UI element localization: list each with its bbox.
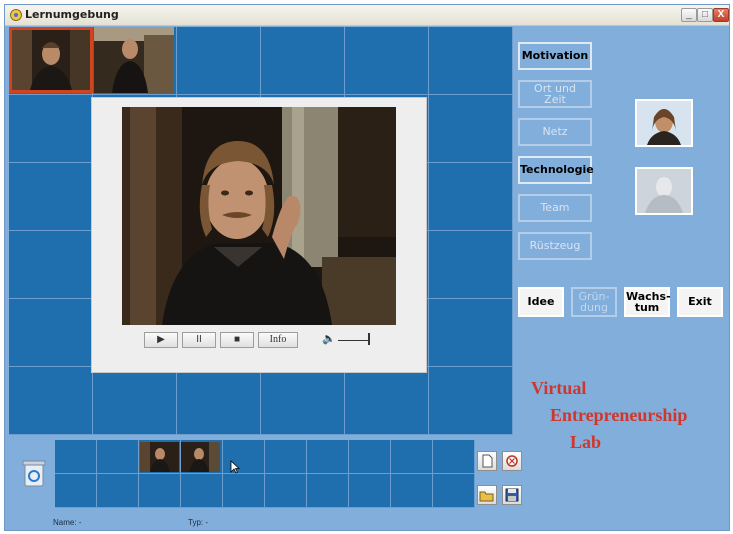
topic-button-2[interactable]: Netz xyxy=(518,118,592,146)
topic-button-0[interactable]: Motivation xyxy=(518,42,592,70)
video-grid-cell[interactable] xyxy=(345,27,429,95)
video-thumbnail-2[interactable] xyxy=(94,27,174,93)
title-bar: Lernumgebung _ □ X xyxy=(5,5,729,26)
minimize-button[interactable]: _ xyxy=(681,8,697,22)
video-grid-cell[interactable] xyxy=(261,27,345,95)
video-grid-cell[interactable] xyxy=(9,299,93,367)
window-title: Lernumgebung xyxy=(25,8,119,21)
video-grid-cell[interactable] xyxy=(429,299,513,367)
video-grid-cell[interactable] xyxy=(177,27,261,95)
info-button[interactable]: Info xyxy=(258,332,298,348)
clip-thumbnail-2[interactable] xyxy=(181,442,220,472)
video-grid-cell[interactable] xyxy=(429,95,513,163)
clip-slot[interactable] xyxy=(433,474,475,508)
video-grid-cell[interactable] xyxy=(9,163,93,231)
video-grid-cell[interactable] xyxy=(93,367,177,435)
lab-title-line-2: Entrepreneurship xyxy=(550,405,688,425)
speaker-portrait-2[interactable] xyxy=(635,167,693,215)
clip-slot[interactable] xyxy=(55,474,97,508)
clip-slot[interactable] xyxy=(391,440,433,474)
portrait-image xyxy=(637,169,691,213)
clip-slot[interactable] xyxy=(97,474,139,508)
delete-icon xyxy=(506,455,518,467)
phase-button-0[interactable]: Idee xyxy=(518,287,564,317)
phase-button-2[interactable]: Wachs-tum xyxy=(624,287,671,317)
recycle-bin-icon[interactable] xyxy=(21,458,47,488)
delete-button[interactable] xyxy=(502,451,522,471)
clip-slot[interactable] xyxy=(97,440,139,474)
clip-slot[interactable] xyxy=(55,440,97,474)
speaker-icon: 🔈 xyxy=(322,333,336,345)
topic-button-4[interactable]: Team xyxy=(518,194,592,222)
stop-button[interactable]: ■ xyxy=(220,332,254,348)
clip-thumbnail-image xyxy=(181,442,220,472)
open-folder-button[interactable] xyxy=(477,485,497,505)
volume-slider-handle[interactable] xyxy=(368,333,370,345)
video-grid-cell[interactable] xyxy=(177,367,261,435)
play-button[interactable]: ▶ xyxy=(144,332,178,348)
open-folder-icon xyxy=(479,491,494,502)
phase-button-3[interactable]: Exit xyxy=(677,287,723,317)
lab-title-line-1: Virtual xyxy=(531,378,587,398)
video-player: ▶ II ■ Info 🔈 xyxy=(91,97,427,373)
save-disk-icon xyxy=(505,488,519,502)
video-grid-cell[interactable] xyxy=(429,231,513,299)
clip-thumbnail-1[interactable] xyxy=(140,442,179,472)
video-thumbnail-1[interactable] xyxy=(9,27,93,93)
video-grid-cell[interactable] xyxy=(429,367,513,435)
phase-button-1[interactable]: Grün-dung xyxy=(571,287,617,317)
lab-title-line-3: Lab xyxy=(570,432,602,452)
clip-slot[interactable] xyxy=(265,440,307,474)
clip-slot[interactable] xyxy=(391,474,433,508)
save-button[interactable] xyxy=(502,485,522,505)
video-frame[interactable] xyxy=(122,107,396,325)
status-name: Name: - xyxy=(53,518,82,527)
clip-slot[interactable] xyxy=(349,474,391,508)
app-icon xyxy=(10,9,22,21)
video-grid-cell[interactable] xyxy=(429,27,513,95)
clip-slot[interactable] xyxy=(181,474,223,508)
video-image xyxy=(122,107,396,325)
mouse-cursor-icon xyxy=(230,460,240,474)
video-grid-cell[interactable] xyxy=(9,95,93,163)
clip-slot[interactable] xyxy=(139,474,181,508)
new-document-icon xyxy=(482,454,493,468)
video-grid-cell[interactable] xyxy=(345,367,429,435)
video-grid-cell[interactable] xyxy=(261,367,345,435)
speaker-portrait-1[interactable] xyxy=(635,99,693,147)
video-grid-cell[interactable] xyxy=(9,231,93,299)
clip-slot[interactable] xyxy=(307,440,349,474)
clip-slot[interactable] xyxy=(307,474,349,508)
video-grid-cell[interactable] xyxy=(9,367,93,435)
clip-slot[interactable] xyxy=(223,474,265,508)
status-type: Typ: - xyxy=(188,518,209,527)
new-document-button[interactable] xyxy=(477,451,497,471)
clip-thumbnail-image xyxy=(140,442,179,472)
maximize-button[interactable]: □ xyxy=(697,8,713,22)
pause-button[interactable]: II xyxy=(182,332,216,348)
video-grid-cell[interactable] xyxy=(429,163,513,231)
topic-button-3[interactable]: Technologie xyxy=(518,156,594,184)
video-thumbnail-image xyxy=(12,30,90,90)
volume-slider[interactable] xyxy=(338,340,370,341)
clip-slot[interactable] xyxy=(433,440,475,474)
topic-button-1[interactable]: Ort und Zeit xyxy=(518,80,592,108)
portrait-image xyxy=(637,101,691,145)
clip-slot[interactable] xyxy=(265,474,307,508)
topic-button-5[interactable]: Rüstzeug xyxy=(518,232,592,260)
close-button[interactable]: X xyxy=(713,8,729,22)
clip-slot[interactable] xyxy=(349,440,391,474)
video-thumbnail-image xyxy=(94,27,174,93)
main-window: Lernumgebung _ □ X ▶ II ■ Info 🔈 Motivat… xyxy=(4,4,730,531)
